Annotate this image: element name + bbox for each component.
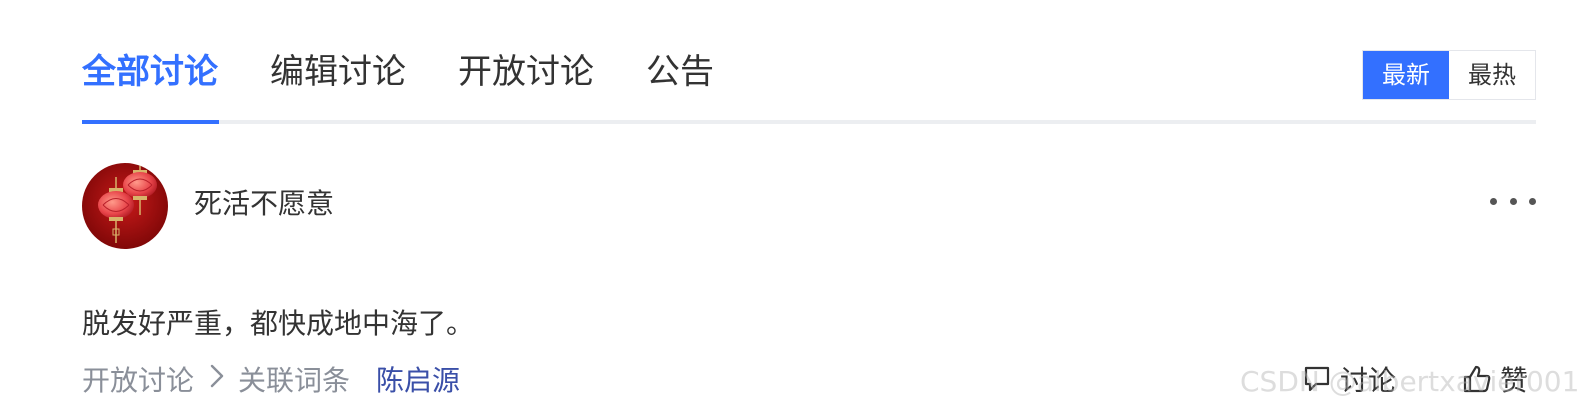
sort-newest-button[interactable]: 最新 xyxy=(1363,51,1449,99)
discuss-button[interactable]: 讨论 xyxy=(1302,357,1396,401)
dot xyxy=(1529,197,1536,205)
dot xyxy=(1490,197,1497,205)
like-button[interactable]: 赞 xyxy=(1462,357,1528,401)
post-content[interactable]: 脱发好严重，都快成地中海了。 xyxy=(82,302,474,346)
active-tab-indicator xyxy=(82,120,219,124)
sort-toggle: 最新 最热 xyxy=(1362,50,1536,100)
more-options-icon[interactable] xyxy=(1490,186,1536,216)
red-lanterns-avatar xyxy=(82,163,168,249)
tab-divider xyxy=(82,120,1536,124)
related-entry-link[interactable]: 陈启源 xyxy=(376,359,460,399)
avatar[interactable] xyxy=(82,163,168,249)
related-entry-label: 关联词条 xyxy=(238,364,351,397)
thumbs-up-icon xyxy=(1463,365,1491,393)
dot xyxy=(1509,197,1517,205)
tab-all-discussions[interactable]: 全部讨论 xyxy=(82,42,218,102)
category-link[interactable]: 开放讨论 xyxy=(82,359,194,399)
tab-edit-discussions[interactable]: 编辑讨论 xyxy=(270,42,406,102)
tab-bar: 全部讨论 编辑讨论 开放讨论 公告 xyxy=(82,42,766,102)
chevron-right-icon xyxy=(210,363,224,396)
like-label: 赞 xyxy=(1500,364,1529,397)
watermark: CSDN @albertxavier001 xyxy=(1240,365,1579,398)
author-name[interactable]: 死活不愿意 xyxy=(194,184,334,224)
tab-announcements[interactable]: 公告 xyxy=(646,42,714,102)
comment-icon xyxy=(1304,366,1330,392)
sort-hottest-button[interactable]: 最热 xyxy=(1449,51,1535,99)
discuss-label: 讨论 xyxy=(1340,364,1397,397)
tab-open-discussions[interactable]: 开放讨论 xyxy=(458,42,594,102)
post-meta: 开放讨论 关联词条 陈启源 xyxy=(82,357,460,401)
